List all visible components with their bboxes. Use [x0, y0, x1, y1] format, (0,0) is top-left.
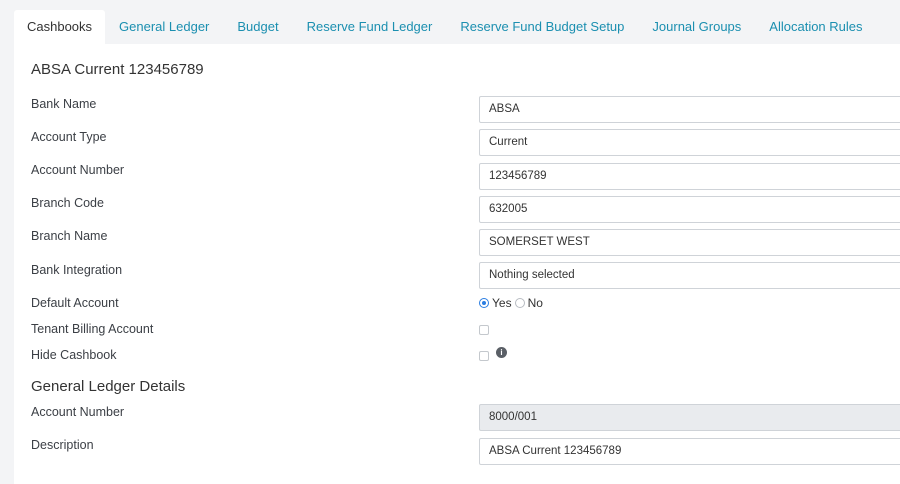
- hide-cashbook-checkbox[interactable]: [479, 351, 489, 361]
- bank-integration-label: Bank Integration: [31, 263, 123, 277]
- bank-integration-select[interactable]: Nothing selected: [479, 262, 900, 289]
- bank-name-label: Bank Name: [31, 97, 97, 111]
- tab-cashbooks[interactable]: Cashbooks: [14, 10, 106, 44]
- tab-budget[interactable]: Budget: [223, 10, 292, 44]
- tab-bar: Cashbooks General Ledger Budget Reserve …: [14, 10, 877, 44]
- account-number-field[interactable]: 123456789: [479, 163, 900, 190]
- account-type-label: Account Type: [31, 130, 107, 144]
- branch-name-label: Branch Name: [31, 229, 108, 243]
- general-ledger-title: General Ledger Details: [31, 378, 186, 395]
- tab-general-ledger[interactable]: General Ledger: [105, 10, 223, 44]
- hide-cashbook-label: Hide Cashbook: [31, 348, 117, 362]
- bank-name-field[interactable]: ABSA: [479, 96, 900, 123]
- branch-code-field[interactable]: 632005: [479, 196, 900, 223]
- info-icon[interactable]: i: [496, 347, 507, 358]
- description-label: Description: [31, 438, 94, 452]
- tab-reserve-fund-budget-setup[interactable]: Reserve Fund Budget Setup: [446, 10, 638, 44]
- tab-journal-groups[interactable]: Journal Groups: [638, 10, 755, 44]
- gl-account-number-field: 8000/001: [479, 404, 900, 431]
- default-account-yes-label: Yes: [492, 296, 512, 310]
- gl-account-number-label: Account Number: [31, 405, 125, 419]
- tab-reserve-fund-ledger[interactable]: Reserve Fund Ledger: [293, 10, 447, 44]
- default-account-yes-radio[interactable]: [479, 298, 489, 308]
- default-account-no-label: No: [527, 296, 543, 310]
- cashbook-panel: ABSA Current 123456789 Bank Name ABSA Ac…: [14, 44, 900, 484]
- tenant-billing-account-label: Tenant Billing Account: [31, 322, 154, 336]
- branch-name-field[interactable]: SOMERSET WEST: [479, 229, 900, 256]
- default-account-label: Default Account: [31, 296, 119, 310]
- description-field[interactable]: ABSA Current 123456789: [479, 438, 900, 465]
- branch-code-label: Branch Code: [31, 196, 104, 210]
- default-account-no-radio[interactable]: [514, 298, 525, 308]
- tenant-billing-account-checkbox[interactable]: [479, 325, 489, 335]
- default-account-radio-group: Yes No: [479, 295, 543, 311]
- tab-allocation-rules[interactable]: Allocation Rules: [755, 10, 876, 44]
- cashbook-title: ABSA Current 123456789: [31, 61, 204, 78]
- account-number-label: Account Number: [31, 163, 125, 177]
- account-type-field[interactable]: Current: [479, 129, 900, 156]
